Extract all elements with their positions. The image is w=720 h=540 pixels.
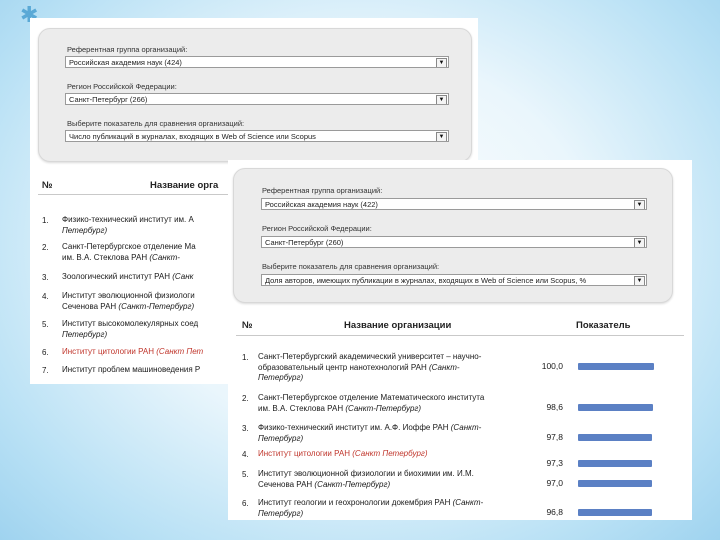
front-row-bar	[578, 460, 652, 467]
front-filter-label-indicator: Выберите показатель для сравнения органи…	[262, 262, 440, 271]
back-filter-label-group: Референтная группа организаций:	[67, 45, 188, 54]
front-row-value: 97,0	[546, 478, 563, 488]
chevron-down-icon[interactable]: ▼	[436, 58, 447, 67]
chevron-down-icon[interactable]: ▼	[436, 95, 447, 104]
front-filter-box: Референтная группа организаций: Российск…	[233, 168, 673, 303]
chevron-down-icon[interactable]: ▼	[634, 276, 645, 285]
front-header-divider	[236, 335, 684, 336]
front-row-org-link[interactable]: Институт эволюционной физиологии и биохи…	[258, 469, 474, 490]
front-row-number: 3.	[242, 424, 249, 433]
front-header-value: Показатель	[576, 320, 631, 331]
back-row-number: 7.	[42, 366, 49, 375]
back-filter-label-region: Регион Российской Федерации:	[67, 82, 177, 91]
front-filter-label-group: Референтная группа организаций:	[262, 186, 383, 195]
front-row-org-link[interactable]: Физико-технический институт им. А.Ф. Иоф…	[258, 423, 481, 444]
back-row-org-link[interactable]: Санкт-Петербургское отделение Ма им. В.А.…	[62, 242, 252, 263]
front-row-org-link[interactable]: Институт цитологии РАН (Санкт Петербург)	[258, 449, 428, 460]
front-row-value: 100,0	[541, 361, 563, 371]
front-select-indicator[interactable]: Доля авторов, имеющих публикации в журна…	[261, 274, 647, 286]
back-row-org-link[interactable]: Институт эволюционной физиологи Сеченова …	[62, 291, 252, 312]
front-row-value: 98,6	[546, 402, 563, 412]
back-select-group[interactable]: Российская академия наук (424) ▼	[65, 56, 449, 68]
back-row-org-link[interactable]: Институт цитологии РАН (Санкт Пет	[62, 347, 252, 358]
front-row-org-link[interactable]: Институт геологии и геохронологии докемб…	[258, 498, 483, 519]
front-header-name: Название организации	[344, 320, 452, 331]
back-row-number: 2.	[42, 243, 49, 252]
front-select-indicator-value: Доля авторов, имеющих публикации в журна…	[265, 276, 587, 285]
front-row-bar	[578, 404, 653, 411]
back-header-name: Название орга	[150, 180, 219, 191]
back-row-number: 4.	[42, 292, 49, 301]
front-header-number: №	[242, 320, 253, 331]
front-filter-label-region: Регион Российской Федерации:	[262, 224, 372, 233]
front-row-bar	[578, 480, 652, 487]
front-row-value: 97,8	[546, 432, 563, 442]
back-row-number: 3.	[42, 273, 49, 282]
front-select-region-value: Санкт-Петербург (260)	[265, 238, 344, 247]
front-row-number: 2.	[242, 394, 249, 403]
front-row-number: 5.	[242, 470, 249, 479]
back-select-region-value: Санкт-Петербург (266)	[69, 95, 148, 104]
front-row-bar	[578, 434, 653, 441]
front-row-number: 4.	[242, 450, 249, 459]
back-header-number: №	[42, 180, 53, 191]
back-row-org-link[interactable]: Институт высокомолекулярных соед Петербур…	[62, 319, 252, 340]
back-header-divider	[38, 194, 238, 195]
front-select-group-value: Российская академия наук (422)	[265, 200, 378, 209]
back-row-org-link[interactable]: Физико-технический институт им. А Петербу…	[62, 215, 252, 236]
chevron-down-icon[interactable]: ▼	[634, 200, 645, 209]
front-row-value: 96,8	[546, 507, 563, 517]
back-filter-label-indicator: Выберите показатель для сравнения органи…	[67, 119, 245, 128]
front-row-bar	[578, 363, 654, 370]
back-row-org-link[interactable]: Институт проблем машиноведения Р	[62, 365, 252, 376]
back-row-number: 6.	[42, 348, 49, 357]
chevron-down-icon[interactable]: ▼	[436, 132, 447, 141]
front-row-value: 97,3	[546, 458, 563, 468]
back-select-indicator-value: Число публикаций в журналах, входящих в …	[69, 132, 316, 141]
back-row-number: 1.	[42, 216, 49, 225]
front-select-group[interactable]: Российская академия наук (422) ▼	[261, 198, 647, 210]
front-panel: Референтная группа организаций: Российск…	[228, 160, 692, 520]
front-row-org-link[interactable]: Санкт-Петербургский академический универ…	[258, 352, 481, 384]
back-select-region[interactable]: Санкт-Петербург (266) ▼	[65, 93, 449, 105]
front-row-number: 6.	[242, 499, 249, 508]
front-select-region[interactable]: Санкт-Петербург (260) ▼	[261, 236, 647, 248]
front-row-bar	[578, 509, 652, 516]
back-select-group-value: Российская академия наук (424)	[69, 58, 182, 67]
front-row-org-link[interactable]: Санкт-Петербургское отделение Математиче…	[258, 393, 484, 414]
chevron-down-icon[interactable]: ▼	[634, 238, 645, 247]
back-filter-box: Референтная группа организаций: Российск…	[38, 28, 472, 162]
back-row-org-link[interactable]: Зоологический институт РАН (Санк	[62, 272, 252, 283]
back-row-number: 5.	[42, 320, 49, 329]
back-select-indicator[interactable]: Число публикаций в журналах, входящих в …	[65, 130, 449, 142]
front-row-number: 1.	[242, 353, 249, 362]
